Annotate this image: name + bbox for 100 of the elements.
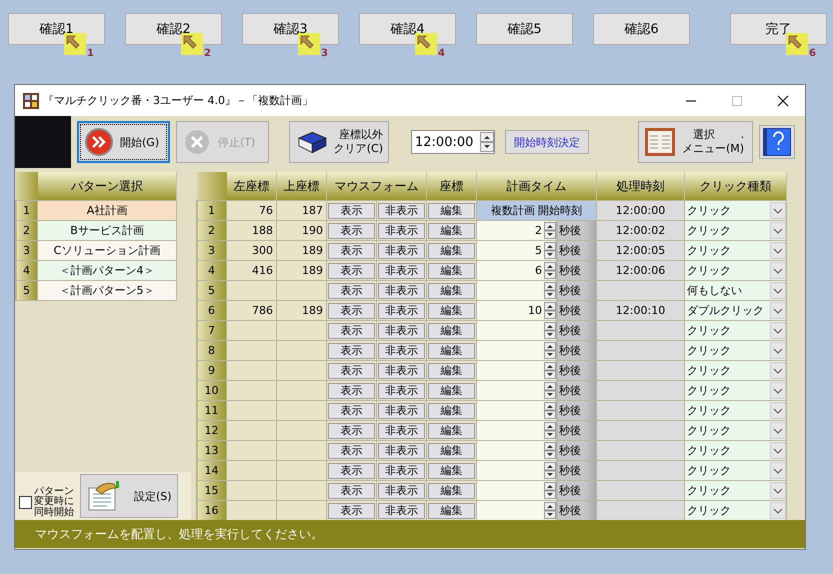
click-type-dropdown[interactable]: クリック [685,442,786,460]
show-button[interactable]: 表示 [328,322,375,338]
edit-button[interactable]: 編集 [428,422,475,438]
pattern-item[interactable]: A社計画 [38,200,176,220]
hide-button[interactable]: 非表示 [378,482,425,498]
chevron-down-icon[interactable] [770,262,786,279]
edit-button[interactable]: 編集 [428,282,475,298]
chevron-down-icon[interactable] [770,302,786,319]
chevron-down-icon[interactable] [770,342,786,359]
edit-button[interactable]: 編集 [428,382,475,398]
spinner-icon[interactable] [544,302,556,319]
show-button[interactable]: 表示 [328,262,375,278]
spinner-icon[interactable] [544,482,556,499]
show-button[interactable]: 表示 [328,282,375,298]
edit-button[interactable]: 編集 [428,502,475,518]
show-button[interactable]: 表示 [328,422,375,438]
time-field[interactable]: 12:00:00 [411,130,495,154]
confirm-button[interactable]: 確認5 [476,13,573,45]
chevron-down-icon[interactable] [770,222,786,239]
chevron-down-icon[interactable] [770,502,786,519]
click-type-dropdown[interactable]: クリック [685,482,786,500]
seconds-field[interactable]: 2 [477,222,556,240]
click-type-dropdown[interactable]: クリック [685,462,786,480]
click-type-dropdown[interactable]: クリック [685,342,786,360]
pattern-item[interactable]: Bサービス計画 [38,220,176,240]
edit-button[interactable]: 編集 [428,302,475,318]
seconds-field[interactable]: 10 [477,302,556,320]
close-icon[interactable] [777,94,789,106]
hide-button[interactable]: 非表示 [378,302,425,318]
edit-button[interactable]: 編集 [428,442,475,458]
edit-button[interactable]: 編集 [428,402,475,418]
click-type-dropdown[interactable]: クリック [685,242,786,260]
chevron-down-icon[interactable] [770,202,786,219]
click-type-dropdown[interactable]: クリック [685,382,786,400]
hide-button[interactable]: 非表示 [378,342,425,358]
chevron-down-icon[interactable] [770,282,786,299]
show-button[interactable]: 表示 [328,302,375,318]
click-type-dropdown[interactable]: クリック [685,222,786,240]
hide-button[interactable]: 非表示 [378,382,425,398]
show-button[interactable]: 表示 [328,342,375,358]
confirm-button[interactable]: 確認6 [593,13,690,45]
spinner-icon[interactable] [544,402,556,419]
spinner-icon[interactable] [544,262,556,279]
show-button[interactable]: 表示 [328,462,375,478]
edit-button[interactable]: 編集 [428,242,475,258]
click-type-dropdown[interactable]: クリック [685,262,786,280]
hide-button[interactable]: 非表示 [378,422,425,438]
spinner-icon[interactable] [544,362,556,379]
confirm-button[interactable]: 確認1 [8,13,105,45]
click-type-dropdown[interactable]: クリック [685,422,786,440]
click-type-dropdown[interactable]: クリック [685,322,786,340]
click-type-dropdown[interactable]: ダブルクリック [685,302,786,320]
spinner-icon[interactable] [544,282,556,299]
hide-button[interactable]: 非表示 [378,222,425,238]
spinner-icon[interactable] [544,342,556,359]
checkbox[interactable] [19,496,32,509]
click-type-dropdown[interactable]: クリック [685,402,786,420]
show-button[interactable]: 表示 [328,482,375,498]
spinner-icon[interactable] [544,502,556,519]
show-button[interactable]: 表示 [328,382,375,398]
menu-button[interactable]: 選択 . メニュー(M) [638,121,753,163]
edit-button[interactable]: 編集 [428,262,475,278]
hide-button[interactable]: 非表示 [378,462,425,478]
spinner-icon[interactable] [544,462,556,479]
edit-button[interactable]: 編集 [428,202,475,218]
clear-button[interactable]: 座標以外 クリア(C) [289,121,389,163]
confirm-button[interactable]: 完了 [730,13,827,45]
show-button[interactable]: 表示 [328,362,375,378]
chevron-down-icon[interactable] [770,362,786,379]
hide-button[interactable]: 非表示 [378,322,425,338]
chevron-down-icon[interactable] [770,482,786,499]
pattern-item[interactable]: Cソリューション計画 [38,240,176,260]
spinner-icon[interactable] [544,442,556,459]
confirm-button[interactable]: 確認2 [125,13,222,45]
chevron-down-icon[interactable] [770,442,786,459]
click-type-dropdown[interactable]: クリック [685,362,786,380]
chevron-down-icon[interactable] [770,322,786,339]
hide-button[interactable]: 非表示 [378,362,425,378]
show-button[interactable]: 表示 [328,442,375,458]
show-button[interactable]: 表示 [328,402,375,418]
edit-button[interactable]: 編集 [428,222,475,238]
show-button[interactable]: 表示 [328,222,375,238]
seconds-field[interactable]: 5 [477,242,556,260]
seconds-field[interactable]: 6 [477,262,556,280]
help-icon[interactable] [759,125,795,159]
confirm-button[interactable]: 確認4 [359,13,456,45]
settings-button[interactable]: 設定(S) [80,474,178,518]
confirm-button[interactable]: 確認3 [242,13,339,45]
spinner-icon[interactable] [544,422,556,439]
spinner-icon[interactable] [544,222,556,239]
hide-button[interactable]: 非表示 [378,442,425,458]
chevron-down-icon[interactable] [770,462,786,479]
pattern-item[interactable]: ＜計画パターン4＞ [38,260,176,280]
chevron-down-icon[interactable] [770,402,786,419]
chevron-down-icon[interactable] [770,422,786,439]
hide-button[interactable]: 非表示 [378,202,425,218]
edit-button[interactable]: 編集 [428,462,475,478]
hide-button[interactable]: 非表示 [378,282,425,298]
hide-button[interactable]: 非表示 [378,402,425,418]
show-button[interactable]: 表示 [328,502,375,518]
